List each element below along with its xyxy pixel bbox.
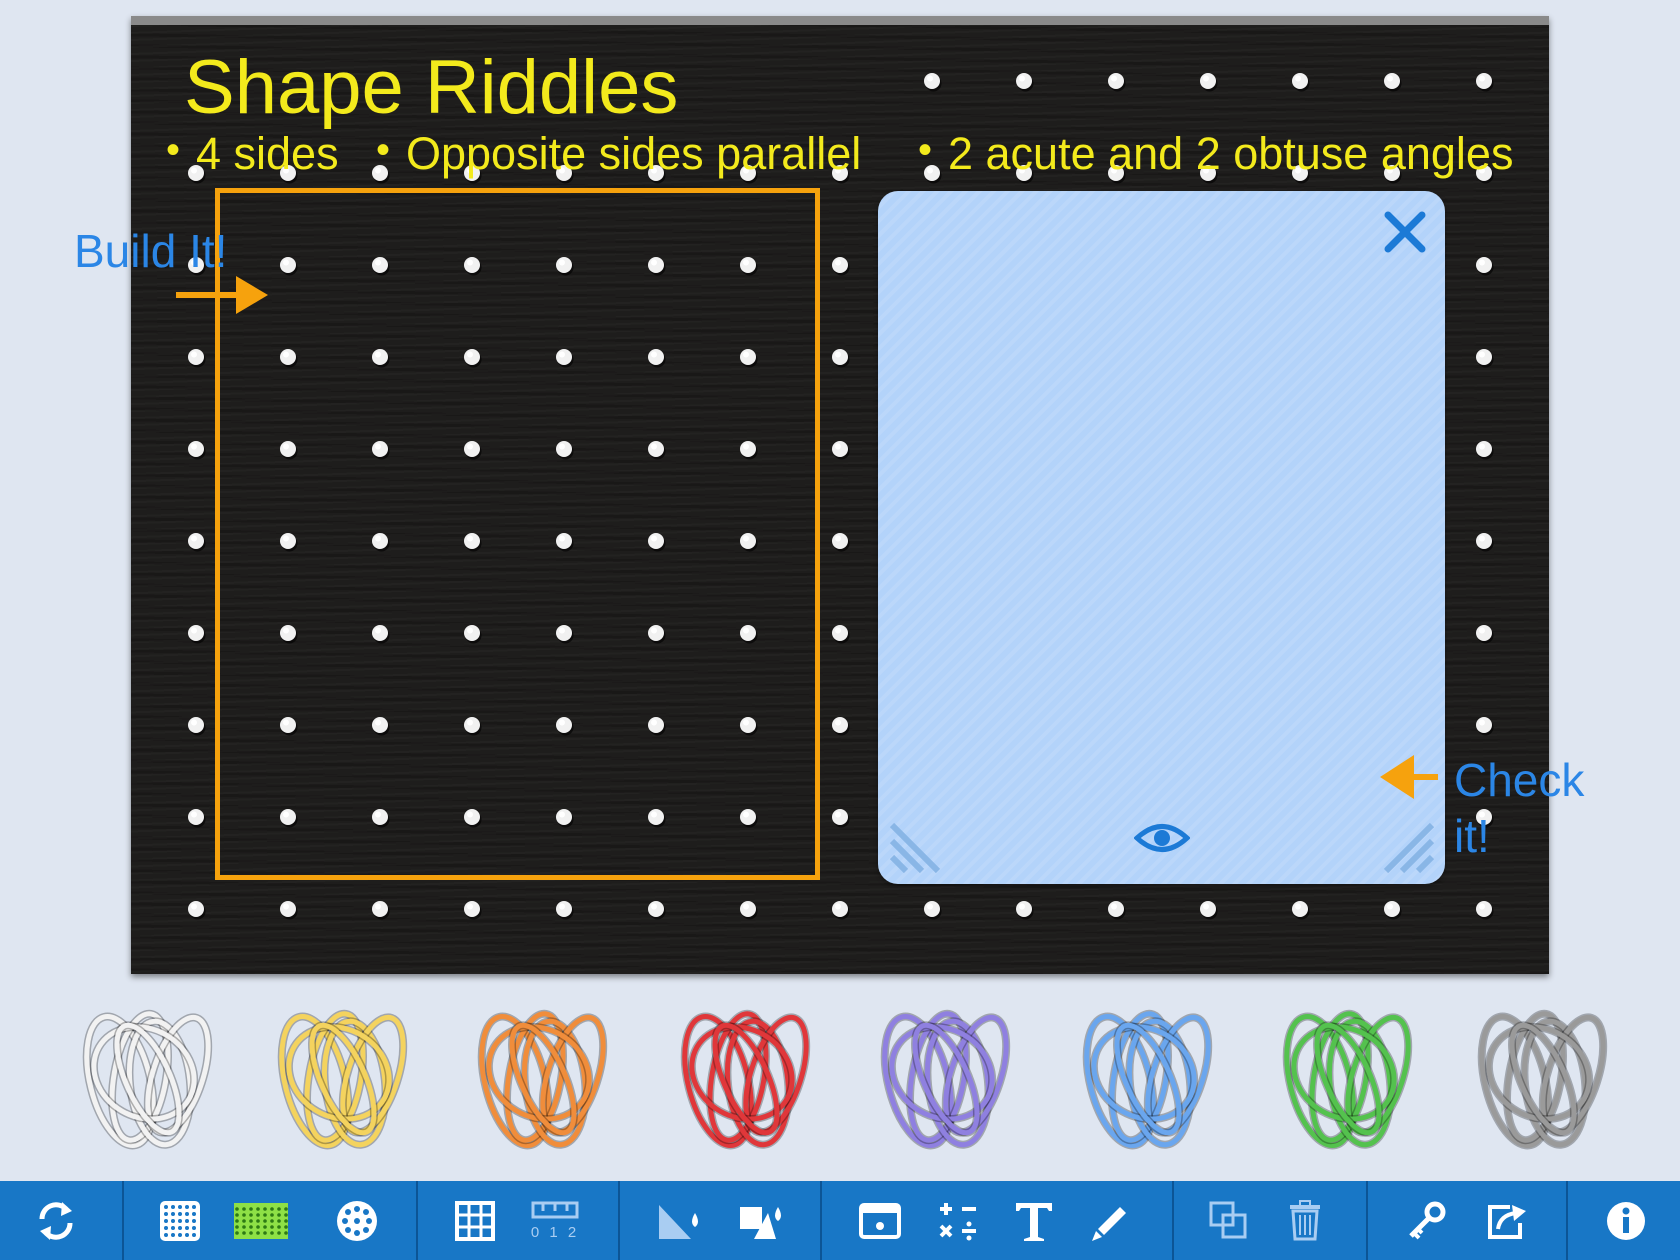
check-it-card[interactable]	[878, 191, 1445, 884]
operations-button[interactable]	[925, 1181, 991, 1260]
card-icon	[859, 1202, 901, 1239]
text-button[interactable]	[1001, 1181, 1067, 1260]
duplicate-button[interactable]	[1196, 1181, 1262, 1260]
clue-2: Opposite sides parallel	[406, 128, 862, 179]
check-it-label-line2: it!	[1454, 810, 1490, 862]
reset-button[interactable]	[23, 1181, 89, 1260]
toolbar-separator	[122, 1181, 124, 1260]
clue-bullet: •	[376, 128, 391, 172]
rubber-band-orange[interactable]	[466, 995, 611, 1160]
rubber-band-tray	[0, 995, 1680, 1170]
trash-icon	[1290, 1199, 1320, 1240]
rubber-band-red[interactable]	[669, 995, 814, 1160]
info-button[interactable]	[1593, 1181, 1659, 1260]
grid-large-button[interactable]	[230, 1181, 306, 1260]
rubber-band-blue[interactable]	[1071, 995, 1216, 1160]
eye-icon[interactable]	[1134, 819, 1190, 857]
circle-grid-button[interactable]	[324, 1181, 390, 1260]
clue-bullet: •	[918, 128, 933, 172]
resize-right-icon[interactable]	[1372, 811, 1434, 873]
share-button[interactable]	[1473, 1181, 1539, 1260]
pen-icon	[1092, 1206, 1126, 1241]
circle-grid-icon	[337, 1200, 377, 1241]
grid-lines-icon	[455, 1200, 495, 1241]
toolbar-separator	[1366, 1181, 1368, 1260]
page-title: Shape Riddles	[184, 45, 679, 130]
grid-5x5-button[interactable]	[147, 1181, 213, 1260]
rubber-band-gray[interactable]	[1466, 995, 1611, 1160]
rubber-band-white[interactable]	[71, 995, 216, 1160]
clue-3: 2 acute and 2 obtuse angles	[948, 128, 1514, 179]
key-icon	[1409, 1201, 1446, 1239]
info-icon	[1607, 1201, 1645, 1240]
rubber-band-green[interactable]	[1271, 995, 1416, 1160]
resize-left-icon[interactable]	[890, 811, 952, 873]
toolbar-separator	[618, 1181, 620, 1260]
card-button[interactable]	[847, 1181, 913, 1260]
text-icon	[1016, 1202, 1052, 1241]
close-icon[interactable]	[1382, 209, 1428, 255]
ruler-button[interactable]: 0 1 2	[523, 1181, 589, 1260]
rubber-band-purple[interactable]	[869, 995, 1014, 1160]
toolbar-separator	[1172, 1181, 1174, 1260]
shape-fill-icon	[740, 1206, 781, 1239]
shape-fill-button[interactable]	[727, 1181, 793, 1260]
pen-button[interactable]	[1077, 1181, 1143, 1260]
rubber-band-yellow[interactable]	[266, 995, 411, 1160]
triangle-fill-icon	[659, 1204, 698, 1239]
grid-large-icon	[234, 1202, 288, 1239]
arrow-left-icon	[1380, 755, 1438, 799]
share-icon	[1488, 1204, 1526, 1239]
clue-1: 4 sides	[196, 128, 339, 179]
ruler-icon: 0 1 2	[531, 1201, 579, 1241]
reset-icon	[39, 1201, 73, 1240]
toolbar-separator	[1566, 1181, 1568, 1260]
triangle-fill-button[interactable]	[644, 1181, 710, 1260]
key-button[interactable]	[1393, 1181, 1459, 1260]
build-area-frame	[215, 188, 820, 880]
check-it-label-line1: Check	[1454, 754, 1585, 806]
trash-button[interactable]	[1273, 1181, 1339, 1260]
clue-bullet: •	[166, 128, 181, 172]
check-it-label: Check it!	[1454, 752, 1584, 864]
bottom-toolbar: 0 1 2	[0, 1181, 1680, 1260]
arrow-right-icon	[176, 276, 268, 314]
grid-5x5-icon	[160, 1200, 200, 1241]
ruler-digits: 0 1 2	[531, 1224, 579, 1241]
toolbar-separator	[820, 1181, 822, 1260]
toolbar-separator	[416, 1181, 418, 1260]
grid-lines-button[interactable]	[442, 1181, 508, 1260]
operations-icon	[939, 1202, 976, 1240]
duplicate-icon	[1209, 1201, 1247, 1238]
build-it-label: Build It!	[74, 225, 228, 277]
